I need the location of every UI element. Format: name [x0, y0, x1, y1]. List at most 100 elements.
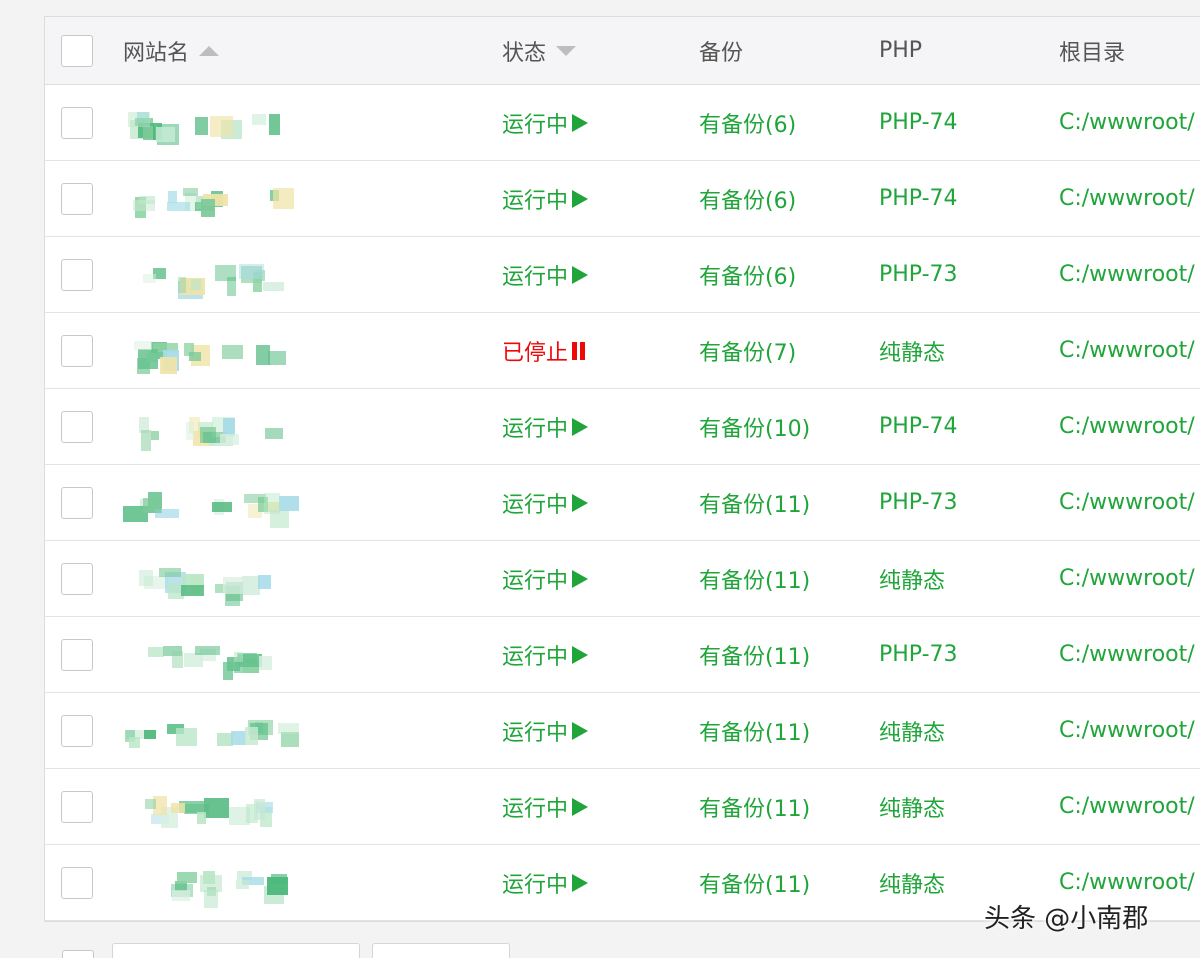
- root-path-link[interactable]: C:/wwwroot/: [1059, 566, 1195, 591]
- root-cell[interactable]: C:/wwwroot/: [1059, 389, 1200, 464]
- backup-cell[interactable]: 有备份(11): [699, 693, 869, 768]
- backup-cell[interactable]: 有备份(11): [699, 541, 869, 616]
- site-name-cell[interactable]: [123, 465, 453, 540]
- play-icon[interactable]: [572, 417, 589, 436]
- root-path-link[interactable]: C:/wwwroot/: [1059, 262, 1195, 287]
- status-cell[interactable]: 运行中: [502, 161, 682, 236]
- row-checkbox[interactable]: [61, 334, 93, 367]
- backup-link[interactable]: 有备份(11): [699, 639, 810, 671]
- footer-checkbox[interactable]: [62, 950, 94, 958]
- root-cell[interactable]: C:/wwwroot/: [1059, 769, 1200, 844]
- play-icon[interactable]: [572, 569, 589, 588]
- php-version-link[interactable]: PHP-74: [879, 414, 958, 439]
- root-path-link[interactable]: C:/wwwroot/: [1059, 642, 1195, 667]
- status-label[interactable]: 已停止: [502, 335, 568, 367]
- php-cell[interactable]: PHP-74: [879, 389, 1049, 464]
- status-label[interactable]: 运行中: [502, 639, 568, 671]
- row-checkbox[interactable]: [61, 258, 93, 291]
- backup-link[interactable]: 有备份(11): [699, 791, 810, 823]
- site-name-cell[interactable]: [123, 85, 453, 160]
- site-name-cell[interactable]: [123, 693, 453, 768]
- site-name-redacted[interactable]: [123, 483, 303, 528]
- play-icon[interactable]: [572, 265, 589, 284]
- play-icon[interactable]: [572, 797, 589, 816]
- php-cell[interactable]: 纯静态: [879, 769, 1049, 844]
- sort-down-icon[interactable]: [556, 45, 577, 56]
- select-all-checkbox[interactable]: [61, 34, 93, 67]
- root-path-link[interactable]: C:/wwwroot/: [1059, 718, 1195, 743]
- root-cell[interactable]: C:/wwwroot/: [1059, 85, 1200, 160]
- php-version-link[interactable]: 纯静态: [879, 715, 945, 747]
- php-cell[interactable]: PHP-74: [879, 85, 1049, 160]
- php-version-link[interactable]: 纯静态: [879, 563, 945, 595]
- root-cell[interactable]: C:/wwwroot/: [1059, 617, 1200, 692]
- site-name-cell[interactable]: [123, 617, 453, 692]
- row-checkbox[interactable]: [61, 106, 93, 139]
- row-checkbox[interactable]: [61, 866, 93, 899]
- php-cell[interactable]: PHP-73: [879, 617, 1049, 692]
- root-cell[interactable]: C:/wwwroot/: [1059, 161, 1200, 236]
- backup-link[interactable]: 有备份(11): [699, 487, 810, 519]
- site-name-cell[interactable]: [123, 389, 453, 464]
- row-checkbox[interactable]: [61, 638, 93, 671]
- row-checkbox[interactable]: [61, 562, 93, 595]
- play-icon[interactable]: [572, 493, 589, 512]
- pause-icon[interactable]: [572, 341, 586, 360]
- site-name-redacted[interactable]: [123, 331, 303, 374]
- site-name-cell[interactable]: [123, 161, 453, 236]
- backup-link[interactable]: 有备份(10): [699, 411, 810, 443]
- php-version-link[interactable]: 纯静态: [879, 867, 945, 899]
- php-version-link[interactable]: PHP-74: [879, 186, 958, 211]
- status-label[interactable]: 运行中: [502, 563, 568, 595]
- status-cell[interactable]: 运行中: [502, 769, 682, 844]
- sort-up-icon[interactable]: [199, 45, 220, 56]
- backup-link[interactable]: 有备份(11): [699, 563, 810, 595]
- row-checkbox[interactable]: [61, 714, 93, 747]
- backup-link[interactable]: 有备份(11): [699, 715, 810, 747]
- site-name-redacted[interactable]: [123, 863, 303, 908]
- root-cell[interactable]: C:/wwwroot/: [1059, 237, 1200, 312]
- php-cell[interactable]: PHP-74: [879, 161, 1049, 236]
- backup-cell[interactable]: 有备份(11): [699, 617, 869, 692]
- php-version-link[interactable]: 纯静态: [879, 791, 945, 823]
- row-checkbox[interactable]: [61, 410, 93, 443]
- backup-link[interactable]: 有备份(6): [699, 183, 796, 215]
- php-cell[interactable]: 纯静态: [879, 313, 1049, 388]
- status-label[interactable]: 运行中: [502, 183, 568, 215]
- status-label[interactable]: 运行中: [502, 715, 568, 747]
- backup-link[interactable]: 有备份(6): [699, 259, 796, 291]
- php-cell[interactable]: 纯静态: [879, 541, 1049, 616]
- backup-link[interactable]: 有备份(6): [699, 107, 796, 139]
- status-cell[interactable]: 已停止: [502, 313, 682, 388]
- site-name-cell[interactable]: [123, 313, 453, 388]
- site-name-redacted[interactable]: [123, 711, 303, 751]
- backup-cell[interactable]: 有备份(11): [699, 769, 869, 844]
- play-icon[interactable]: [572, 189, 589, 208]
- site-name-redacted[interactable]: [123, 635, 303, 680]
- status-cell[interactable]: 运行中: [502, 85, 682, 160]
- row-checkbox[interactable]: [61, 486, 93, 519]
- status-cell[interactable]: 运行中: [502, 389, 682, 464]
- php-version-link[interactable]: PHP-74: [879, 110, 958, 135]
- site-name-redacted[interactable]: [123, 103, 303, 145]
- php-cell[interactable]: PHP-73: [879, 465, 1049, 540]
- status-label[interactable]: 运行中: [502, 411, 568, 443]
- backup-cell[interactable]: 有备份(6): [699, 161, 869, 236]
- site-name-redacted[interactable]: [123, 255, 303, 299]
- root-path-link[interactable]: C:/wwwroot/: [1059, 110, 1195, 135]
- php-cell[interactable]: 纯静态: [879, 693, 1049, 768]
- row-checkbox[interactable]: [61, 790, 93, 823]
- php-version-link[interactable]: PHP-73: [879, 262, 958, 287]
- status-cell[interactable]: 运行中: [502, 237, 682, 312]
- php-version-link[interactable]: PHP-73: [879, 490, 958, 515]
- batch-execute-button[interactable]: [372, 943, 510, 958]
- root-cell[interactable]: C:/wwwroot/: [1059, 541, 1200, 616]
- column-header-status[interactable]: 状态: [502, 17, 682, 84]
- root-cell[interactable]: C:/wwwroot/: [1059, 693, 1200, 768]
- status-label[interactable]: 运行中: [502, 867, 568, 899]
- play-icon[interactable]: [572, 721, 589, 740]
- status-cell[interactable]: 运行中: [502, 465, 682, 540]
- site-name-cell[interactable]: [123, 769, 453, 844]
- root-cell[interactable]: C:/wwwroot/: [1059, 313, 1200, 388]
- root-path-link[interactable]: C:/wwwroot/: [1059, 870, 1195, 895]
